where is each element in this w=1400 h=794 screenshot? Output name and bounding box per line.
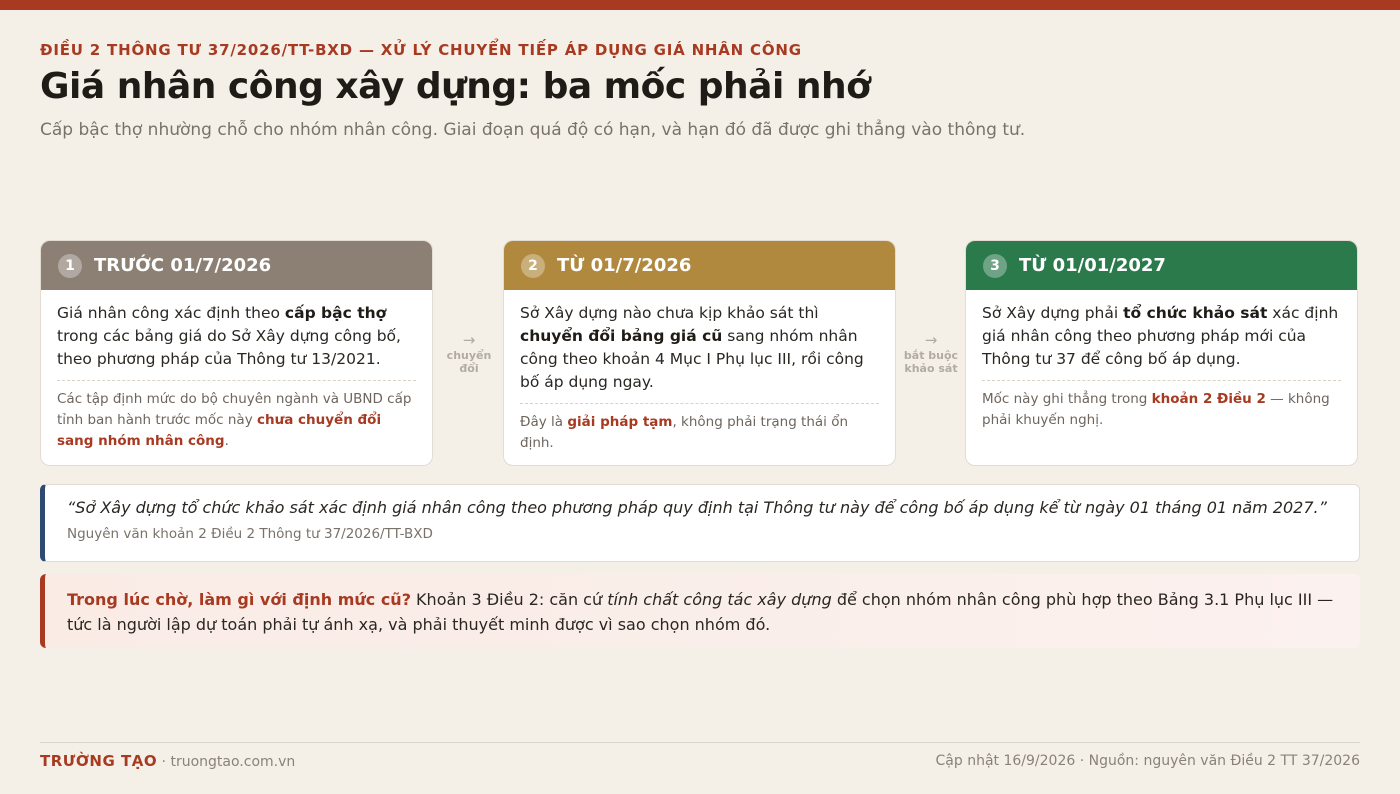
stage-note: Mốc này ghi thẳng trong khoản 2 Điều 2 —… (982, 391, 1330, 428)
stage-card-header: 2 TỪ 01/7/2026 (504, 241, 895, 290)
stage-card-header: 1 TRƯỚC 01/7/2026 (41, 241, 432, 290)
divider (520, 403, 879, 404)
stage-description: Sở Xây dựng nào chưa kịp khảo sát thì ch… (520, 304, 864, 391)
stage-key-term: cấp bậc thợ (284, 304, 387, 322)
quote-source: Nguyên văn khoản 2 Điều 2 Thông tư 37/20… (67, 526, 433, 542)
stage-note-highlight: giải pháp tạm (567, 414, 673, 430)
transition-arrow-2: → bắt buộc khảo sát (896, 331, 966, 376)
divider (982, 380, 1341, 381)
brand-name: TRƯỜNG TẠO (40, 752, 158, 770)
stage-title: TỪ 01/01/2027 (1019, 255, 1166, 276)
callout-question: Trong lúc chờ, làm gì với định mức cũ? (67, 590, 411, 609)
stage-title: TRƯỚC 01/7/2026 (94, 255, 272, 276)
stage-key-term: chuyển đổi bảng giá cũ (520, 327, 723, 345)
callout-emphasis: tính chất công tác xây dựng (607, 590, 832, 609)
stage-description: Giá nhân công xác định theo cấp bậc thợ … (57, 304, 401, 368)
arrow-label: đổi (459, 362, 479, 375)
footer-meta: Cập nhật 16/9/2026 · Nguồn: nguyên văn Đ… (935, 753, 1360, 769)
stage-card-3: 3 TỪ 01/01/2027 Sở Xây dựng phải tổ chức… (965, 240, 1358, 466)
stage-number-badge: 3 (983, 253, 1007, 278)
stage-note: Các tập định mức do bộ chuyên ngành và U… (57, 391, 412, 449)
stage-card-1: 1 TRƯỚC 01/7/2026 Giá nhân công xác định… (40, 240, 433, 466)
stage-description: Sở Xây dựng phải tổ chức khảo sát xác đị… (982, 304, 1339, 368)
stage-title: TỪ 01/7/2026 (557, 255, 692, 276)
stage-note: Đây là giải pháp tạm, không phải trạng t… (520, 414, 849, 451)
top-accent-bar (0, 0, 1400, 10)
divider (57, 380, 416, 381)
arrow-right-icon: → (462, 331, 476, 349)
arrow-label: chuyển (446, 349, 492, 362)
faq-callout: Trong lúc chờ, làm gì với định mức cũ? K… (40, 574, 1360, 648)
stage-key-term: tổ chức khảo sát (1123, 304, 1268, 322)
arrow-label: bắt buộc (903, 349, 959, 362)
footer-divider (40, 742, 1360, 743)
page-title: Giá nhân công xây dựng: ba mốc phải nhớ (40, 66, 871, 107)
stage-card-header: 3 TỪ 01/01/2027 (966, 241, 1357, 290)
transition-arrow-1: → chuyển đổi (434, 331, 504, 376)
quote-text: “Sở Xây dựng tổ chức khảo sát xác định g… (67, 498, 1327, 517)
stage-card-2: 2 TỪ 01/7/2026 Sở Xây dựng nào chưa kịp … (503, 240, 896, 466)
page-subtitle: Cấp bậc thợ nhường chỗ cho nhóm nhân côn… (40, 120, 1026, 140)
footer-brand: TRƯỜNG TẠO · truongtao.com.vn (40, 752, 295, 770)
stage-number-badge: 1 (58, 253, 82, 278)
legal-quote: “Sở Xây dựng tổ chức khảo sát xác định g… (40, 484, 1360, 562)
brand-site: · truongtao.com.vn (157, 754, 296, 770)
arrow-right-icon: → (924, 331, 938, 349)
kicker: ĐIỀU 2 THÔNG TƯ 37/2026/TT-BXD — XỬ LÝ C… (40, 41, 802, 59)
stage-number-badge: 2 (521, 253, 545, 278)
stage-note-highlight: khoản 2 Điều 2 (1151, 391, 1266, 407)
arrow-label: khảo sát (904, 362, 958, 375)
